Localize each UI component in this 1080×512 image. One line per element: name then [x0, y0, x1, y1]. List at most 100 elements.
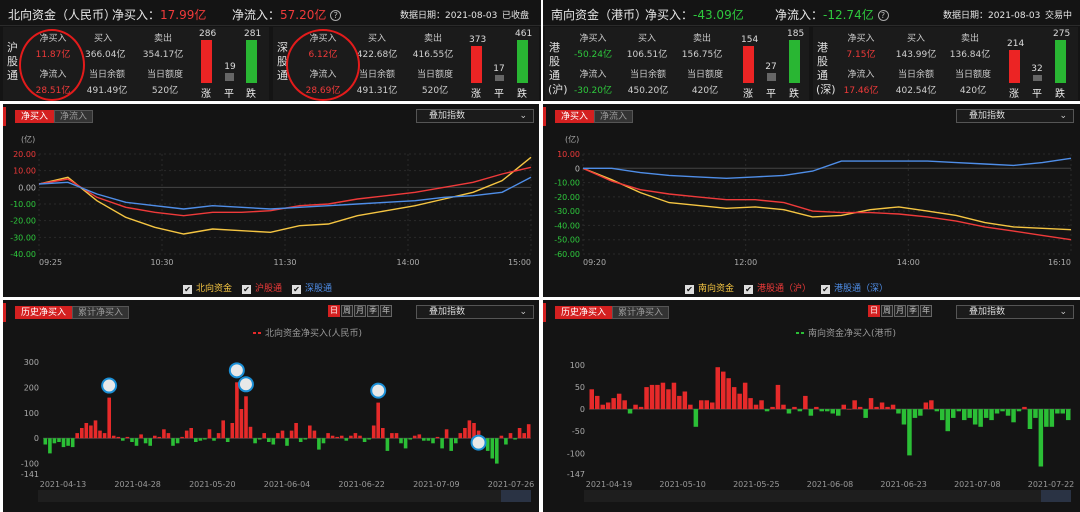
overlay-index-dropdown[interactable]: 叠加指数 ⌄	[416, 305, 534, 319]
y-tick-label: 200	[24, 383, 39, 392]
chevron-down-icon: ⌄	[1059, 307, 1067, 317]
south-net-buy-value: -43.09亿	[693, 8, 744, 22]
tab-net-buy[interactable]: 净买入	[555, 110, 595, 123]
overlay-index-dropdown[interactable]: 叠加指数 ⌄	[956, 109, 1074, 123]
period-quarter[interactable]: 季	[367, 305, 379, 317]
legend-north[interactable]: ✔ 北向资金	[183, 281, 232, 294]
north-net-buy-value: 17.99亿	[160, 8, 207, 22]
bar-mark	[627, 409, 633, 414]
hk-sh-day-balance: 当日余额 450.20亿	[627, 70, 669, 96]
inflow-marker-icon	[370, 382, 387, 399]
bar-mark	[362, 438, 367, 442]
chart-title: 南向资金净买入(港币)	[808, 327, 896, 339]
tab-history-net-buy[interactable]: 历史净买入	[15, 306, 73, 319]
bar-mark	[605, 402, 611, 410]
sh-day-quota: 当日额度 520亿	[146, 70, 183, 96]
period-week[interactable]: 周	[881, 305, 893, 317]
x-tick-label: 2021-07-08	[954, 480, 1001, 489]
period-selector: 日 周 月 季 年	[868, 305, 933, 317]
y-tick-label: -40.00	[10, 250, 36, 259]
bar-mark	[890, 404, 896, 410]
sz-up-bar	[471, 46, 482, 83]
bar-mark	[463, 428, 467, 439]
bar-mark	[797, 409, 803, 412]
period-day[interactable]: 日	[328, 305, 340, 317]
sh-down-label: 跌	[246, 89, 256, 100]
north-net-buy-label: 净买入：17.99亿	[112, 8, 207, 22]
bar-mark	[339, 435, 344, 439]
tab-cumulative-net-buy[interactable]: 累计净买入	[612, 306, 670, 319]
bar-mark	[495, 438, 499, 464]
tab-net-inflow[interactable]: 净流入	[594, 110, 634, 123]
bar-mark	[376, 402, 380, 439]
bar-mark	[595, 395, 600, 410]
legend-sh[interactable]: ✔ 沪股通	[242, 281, 282, 294]
x-tick-label: 11:30	[273, 258, 296, 267]
southbound-header: 南向资金（港币） 净买入：-43.09亿 净流入：-12.74亿 ? 数据日期：…	[543, 0, 1080, 26]
period-month[interactable]: 月	[894, 305, 906, 317]
bar-mark	[248, 426, 253, 439]
y-tick-label: -30.00	[10, 233, 36, 242]
bar-mark	[52, 438, 57, 444]
y-tick-label: 0	[34, 434, 39, 443]
legend-hk-sh[interactable]: ✔ 港股通（沪）	[744, 281, 811, 294]
y-tick-label: -10.00	[554, 179, 580, 188]
period-year[interactable]: 年	[380, 305, 392, 317]
south-intraday-chart: (亿) 10.00 0 -10.00 -20.00 -30.00 -40.00 -50.00 -…	[554, 134, 1072, 267]
help-icon[interactable]: ?	[330, 10, 342, 21]
bar-mark	[836, 409, 841, 416]
y-tick-label: -50.00	[554, 236, 580, 245]
bar-mark	[1066, 409, 1071, 421]
bar-mark	[1033, 409, 1038, 418]
y-tick-label: 100	[24, 409, 39, 418]
overlay-index-dropdown[interactable]: 叠加指数 ⌄	[416, 109, 534, 123]
period-quarter[interactable]: 季	[907, 305, 919, 317]
bar-mark	[622, 400, 627, 410]
hk-sz-flat-label: 平	[1032, 89, 1042, 100]
y-tick-label: -60.00	[554, 250, 580, 259]
help-icon[interactable]: ?	[877, 10, 889, 21]
period-year[interactable]: 年	[920, 305, 932, 317]
sz-day-quota: 当日额度 520亿	[416, 70, 453, 96]
period-day[interactable]: 日	[868, 305, 880, 317]
bar-mark	[956, 409, 961, 412]
timeline-scrollbar	[38, 490, 531, 502]
bar-mark	[803, 395, 808, 410]
bar-mark	[276, 433, 280, 439]
hk-sz-sell: 卖出 136.84亿	[949, 34, 991, 60]
hk-sz-net-buy: 净买入 7.15亿	[846, 34, 876, 60]
southbound-summary-panel: 南向资金（港币） 净买入：-43.09亿 净流入：-12.74亿 ? 数据日期：…	[543, 0, 1080, 101]
northbound-summary-panel: 北向资金（人民币） 净买入：17.99亿 净流入：57.20亿 ? 数据日期：2…	[0, 0, 541, 101]
tab-net-inflow[interactable]: 净流入	[54, 110, 94, 123]
bar-mark	[116, 436, 121, 439]
bar-mark	[412, 435, 417, 439]
period-month[interactable]: 月	[354, 305, 366, 317]
x-tick-label: 2021-07-22	[1028, 480, 1075, 489]
hk-sh-flat-label: 平	[766, 89, 776, 100]
bar-mark	[317, 438, 321, 450]
legend-south[interactable]: ✔ 南向资金	[685, 281, 734, 294]
bar-mark	[715, 367, 720, 410]
overlay-index-dropdown[interactable]: 叠加指数 ⌄	[956, 305, 1074, 319]
tab-cumulative-net-buy[interactable]: 累计净买入	[72, 306, 130, 319]
tab-history-net-buy[interactable]: 历史净买入	[555, 306, 613, 319]
bar-mark	[967, 409, 972, 418]
legend-sz[interactable]: ✔ 深股通	[292, 281, 332, 294]
hk-sz-net-inflow: 净流入 17.46亿	[843, 70, 879, 96]
app-root: 北向资金（人民币） 净买入：17.99亿 净流入：57.20亿 ? 数据日期：2…	[0, 0, 1080, 512]
bar-mark	[403, 438, 408, 449]
period-week[interactable]: 周	[341, 305, 353, 317]
hk-sz-down-bar	[1055, 40, 1066, 83]
x-tick-label: 2021-06-22	[338, 480, 385, 489]
bar-mark	[371, 425, 376, 439]
tab-net-buy[interactable]: 净买入	[15, 110, 55, 123]
chevron-down-icon: ⌄	[519, 307, 527, 317]
bar-mark	[253, 438, 257, 444]
legend-hk-sz[interactable]: ✔ 港股通（深）	[821, 281, 888, 294]
x-tick-label: 2021-04-28	[114, 480, 161, 489]
y-tick-label: 100	[570, 361, 585, 370]
bar-mark	[84, 423, 89, 439]
x-tick-label: 09:20	[583, 258, 606, 267]
bar-mark	[408, 438, 412, 440]
y-tick-label: 10.00	[13, 167, 36, 176]
